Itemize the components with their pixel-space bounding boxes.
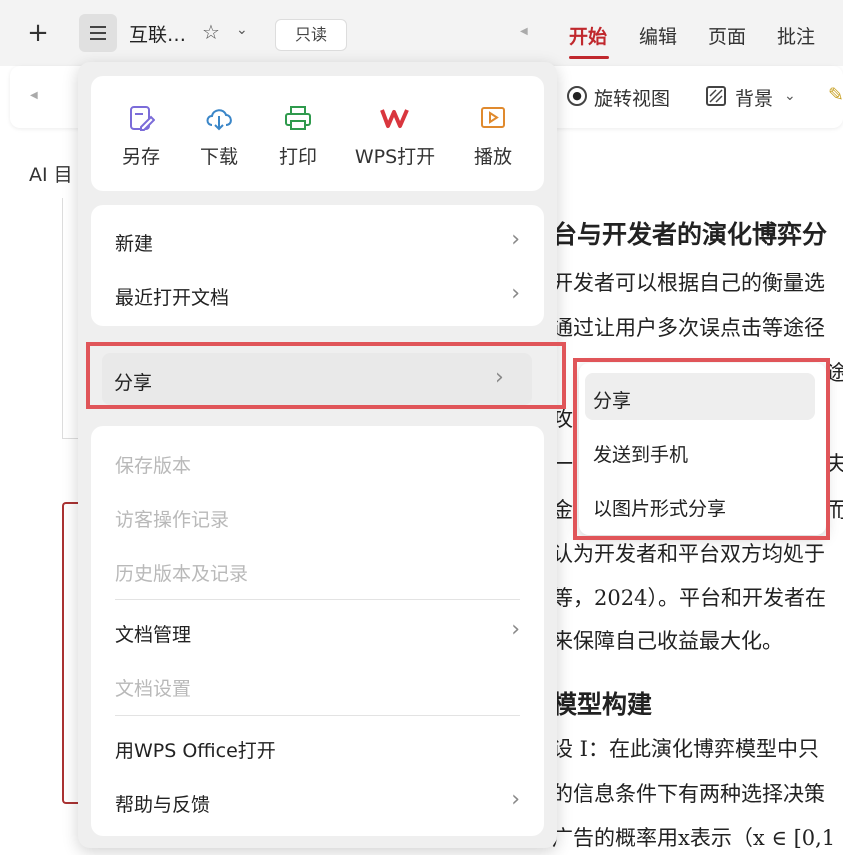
- menu-item-save-version: 保存版本: [115, 455, 192, 477]
- doc-line: 开发者可以根据自己的衡量选: [552, 271, 825, 295]
- toolbar-scroll-left-icon[interactable]: ◀: [30, 90, 38, 101]
- tab-active-indicator: [569, 56, 609, 59]
- doc-line: 等，2024）。平台和开发者在: [552, 586, 826, 610]
- tab-start[interactable]: 开始: [569, 22, 607, 49]
- save-as-button[interactable]: 另存: [115, 104, 167, 169]
- menu-item-new[interactable]: 新建: [115, 229, 153, 256]
- menu-item-open-wps-office[interactable]: 用WPS Office打开: [115, 736, 276, 763]
- doc-line: 的信息条件下有两种选择决策: [552, 782, 825, 806]
- printer-icon: [285, 106, 311, 130]
- download-button[interactable]: 下载: [193, 104, 245, 169]
- scroll-left-icon[interactable]: ◀: [520, 26, 528, 37]
- wps-logo-icon: [380, 109, 409, 128]
- doc-line: 来保障自己收益最大化。: [552, 629, 783, 653]
- share-highlight-frame: [86, 342, 566, 409]
- menu-item-doc-settings: 文档设置: [115, 678, 192, 700]
- star-icon[interactable]: ☆: [202, 20, 220, 44]
- menu-item-recent-docs[interactable]: 最近打开文档: [115, 283, 229, 310]
- doc-line: 设 I：在此演化博弈模型中只: [552, 737, 819, 761]
- new-tab-button[interactable]: +: [24, 18, 52, 48]
- download-cloud-icon: [206, 109, 232, 131]
- menu-item-doc-manage[interactable]: 文档管理: [115, 620, 191, 647]
- doc-heading-2: 模型构建: [552, 690, 653, 719]
- save-as-label: 另存: [121, 146, 160, 168]
- wps-open-label: WPS打开: [354, 146, 436, 168]
- menu-divider: [115, 715, 520, 716]
- menu-divider: [115, 599, 520, 600]
- background-button[interactable]: 背景: [735, 84, 773, 111]
- download-label: 下载: [199, 146, 238, 168]
- menu-item-visitor-log: 访客操作记录: [115, 509, 230, 531]
- rotate-icon[interactable]: ●: [567, 86, 587, 106]
- quick-actions-card: 另存 下载 打印 WPS打开 播放: [91, 76, 544, 191]
- chevron-right-icon: ›: [511, 281, 520, 306]
- submenu-highlight-frame: [573, 358, 830, 540]
- ai-outline-label[interactable]: AI 目: [29, 160, 73, 187]
- wps-open-button[interactable]: WPS打开: [353, 104, 437, 169]
- highlighter-icon[interactable]: ✎: [828, 84, 843, 106]
- background-icon[interactable]: [706, 86, 726, 106]
- menu-item-help-feedback[interactable]: 帮助与反馈: [115, 790, 210, 817]
- chevron-right-icon: ›: [511, 227, 520, 252]
- document-title[interactable]: 互联…: [129, 20, 186, 47]
- doc-line: 认为开发者和平台双方均処于: [552, 542, 825, 566]
- chevron-right-icon: ›: [511, 617, 520, 642]
- save-as-icon: [130, 106, 155, 131]
- readonly-badge[interactable]: 只读: [275, 19, 347, 51]
- file-menu: 另存 下载 打印 WPS打开 播放 新建 › 最近打开文档 › 保存版本 访客操…: [78, 62, 557, 848]
- tab-page[interactable]: 页面: [708, 22, 746, 49]
- menu-group-manage: 保存版本 访客操作记录 历史版本及记录 文档管理 › 文档设置 用WPS Off…: [91, 426, 544, 836]
- tab-comment[interactable]: 批注: [777, 22, 815, 49]
- chevron-down-icon[interactable]: ⌄: [236, 22, 248, 38]
- doc-line: 广告的概率用x表示（x ∈ [0,1: [552, 826, 836, 850]
- tab-edit[interactable]: 编辑: [639, 22, 677, 49]
- chevron-down-icon[interactable]: ⌄: [784, 88, 796, 104]
- play-label: 播放: [473, 146, 512, 168]
- chevron-right-icon: ›: [511, 787, 520, 812]
- rotate-view-button[interactable]: 旋转视图: [594, 84, 670, 111]
- doc-heading-1: 台与开发者的演化博弈分: [552, 220, 828, 249]
- doc-line: 通过让用户多次误点击等途径: [552, 316, 825, 340]
- print-button[interactable]: 打印: [272, 104, 324, 169]
- play-icon: [481, 107, 505, 128]
- play-button[interactable]: 播放: [467, 104, 519, 169]
- menu-item-history: 历史版本及记录: [115, 563, 249, 585]
- print-label: 打印: [278, 146, 317, 168]
- menu-button[interactable]: [79, 14, 117, 52]
- menu-group-new: 新建 › 最近打开文档 ›: [91, 205, 544, 326]
